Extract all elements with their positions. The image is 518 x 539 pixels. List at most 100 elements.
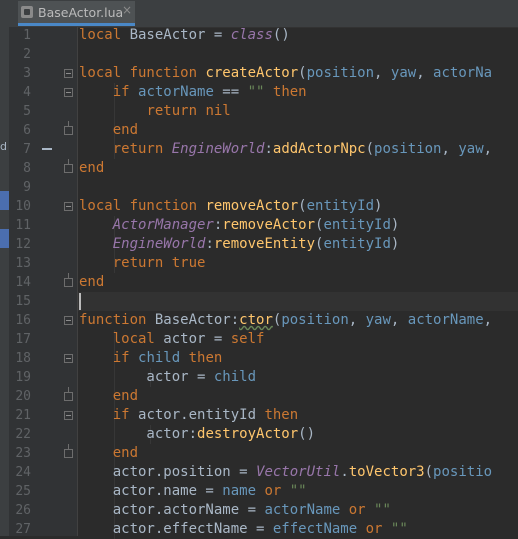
code-token: position — [374, 141, 442, 157]
code-token: ) — [374, 198, 383, 214]
line-number: 12 — [15, 237, 31, 252]
line-number: 9 — [23, 180, 31, 195]
code-token: position — [306, 65, 375, 81]
code-token: local — [79, 27, 130, 43]
code-line: return nil — [79, 102, 230, 121]
code-line: if actor.entityId then — [79, 406, 298, 425]
code-token: , — [441, 141, 459, 157]
tab-baseactor-lua[interactable]: BaseActor.lua × — [18, 1, 135, 26]
code-token: then — [188, 350, 223, 366]
line-number: 6 — [23, 123, 31, 138]
code-token: removeActor — [222, 217, 316, 233]
code-line: end — [79, 273, 104, 292]
code-token: actor.position = — [79, 464, 257, 480]
code-token: return true — [112, 255, 206, 271]
fold-end-icon[interactable] — [64, 273, 73, 287]
code-token: toVector3 — [348, 464, 425, 480]
code-token: name — [222, 483, 257, 499]
code-token: local function — [79, 198, 206, 214]
fold-end-icon[interactable] — [64, 159, 73, 173]
code-token: child — [138, 350, 181, 366]
code-token: return — [112, 141, 172, 157]
code-token: yaw — [458, 141, 484, 157]
close-icon[interactable]: × — [122, 3, 132, 17]
gutter-separator — [77, 27, 78, 536]
fold-collapse-icon[interactable] — [64, 354, 73, 363]
line-number: 19 — [15, 370, 31, 385]
code-token: or — [348, 502, 375, 518]
code-token: if — [112, 350, 139, 366]
code-token: actorName — [264, 502, 341, 518]
line-number: 22 — [15, 427, 31, 442]
fold-collapse-icon[interactable] — [64, 88, 73, 97]
fold-collapse-icon[interactable] — [64, 316, 73, 325]
lua-file-icon — [21, 6, 33, 18]
line-number: 15 — [15, 294, 31, 309]
code-token: actor.effectName = — [79, 521, 273, 537]
line-number: 3 — [23, 66, 31, 81]
line-number: 17 — [15, 332, 31, 347]
code-token: end — [112, 122, 139, 138]
code-token: ( — [365, 141, 375, 157]
fold-end-icon[interactable] — [64, 444, 73, 458]
line-number: 1 — [23, 28, 31, 43]
fold-collapse-icon[interactable] — [64, 202, 73, 211]
code-token: end — [79, 160, 105, 176]
code-token: class — [230, 27, 273, 43]
fold-end-icon[interactable] — [64, 121, 73, 135]
code-token: actor = — [163, 331, 231, 347]
code-token: end — [112, 445, 139, 461]
code-token: local function — [79, 65, 206, 81]
changed-line-marker — [42, 148, 52, 150]
project-panel-edge[interactable]: d — [0, 27, 9, 536]
line-number: 23 — [15, 446, 31, 461]
code-token: removeActor — [205, 198, 299, 214]
code-token: function — [79, 312, 155, 328]
code-line: local actor = self — [79, 330, 265, 349]
code-line: local function removeActor(entityId) — [79, 197, 382, 216]
code-token: actorName — [138, 84, 214, 100]
code-token: EngineWorld — [171, 141, 265, 157]
code-line: actor:destroyActor() — [79, 425, 315, 444]
code-token: local — [112, 331, 164, 347]
code-token: yaw — [390, 65, 417, 81]
editor-tab-bar: BaseActor.lua × — [0, 0, 518, 28]
line-number: 8 — [23, 161, 31, 176]
code-token: ) — [390, 217, 400, 233]
code-line: actor.name = name or "" — [79, 482, 307, 501]
line-number: 5 — [23, 104, 31, 119]
code-token: ( — [298, 65, 307, 81]
code-token: "" — [390, 521, 408, 537]
line-number: 26 — [15, 503, 31, 518]
line-number: 7 — [23, 142, 31, 157]
code-token: positio — [433, 464, 493, 480]
code-token: , — [483, 312, 493, 328]
fold-end-icon[interactable] — [64, 387, 73, 401]
code-token: "" — [289, 483, 307, 499]
code-token: , — [416, 65, 434, 81]
code-token: or — [365, 521, 391, 537]
code-token: ) — [390, 236, 400, 252]
code-token: , — [390, 312, 408, 328]
code-token: entityId — [323, 217, 391, 233]
code-line: actor.position = VectorUtil.toVector3(po… — [79, 463, 492, 482]
fold-collapse-icon[interactable] — [64, 411, 73, 420]
code-token: VectorUtil — [256, 464, 341, 480]
code-line: actor = child — [79, 368, 256, 387]
fold-collapse-icon[interactable] — [64, 69, 73, 78]
code-token: actorNa — [433, 65, 493, 81]
code-token: () — [298, 426, 316, 442]
code-token: , — [348, 312, 366, 328]
code-token: self — [230, 331, 265, 347]
code-line: ActorManager:removeActor(entityId) — [79, 216, 400, 235]
code-line: return true — [79, 254, 206, 273]
code-token: : — [264, 141, 273, 157]
code-token: ( — [298, 198, 307, 214]
